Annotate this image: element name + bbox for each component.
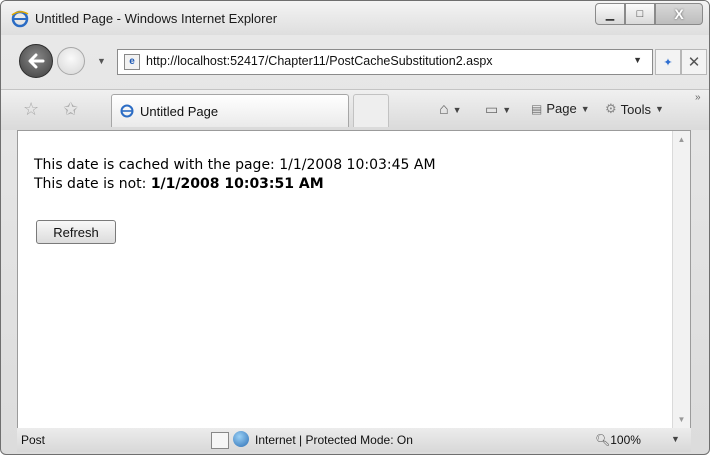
tab-label: Untitled Page <box>140 104 219 119</box>
security-zone[interactable]: Internet | Protected Mode: On <box>255 433 413 447</box>
add-favorites-icon[interactable]: ✩ <box>63 99 78 120</box>
address-dropdown[interactable]: ▼ <box>633 55 642 65</box>
home-button[interactable]: ⌂ ▼ <box>439 101 462 119</box>
tools-menu-label: Tools <box>620 101 652 117</box>
refresh-button[interactable]: Refresh <box>36 220 116 244</box>
zoom-value: 100% <box>610 433 641 447</box>
stop-icon[interactable]: ✕ <box>681 49 707 75</box>
address-url[interactable]: http://localhost:52417/Chapter11/PostCac… <box>146 54 493 68</box>
status-text: Post <box>21 433 46 447</box>
page-icon: e <box>124 54 140 70</box>
window-title: Untitled Page - Windows Internet Explore… <box>35 11 278 26</box>
ie-logo-icon <box>120 104 134 118</box>
tab-command-bar: ☆ ✩ Untitled Page ⌂ ▼ ▭ ▼ ▤ Page ▼ ⚙ Too… <box>1 89 709 130</box>
back-button[interactable] <box>19 44 53 78</box>
page-menu[interactable]: ▤ Page ▼ <box>531 101 590 116</box>
zoom-icon: 🔍︎ <box>595 433 611 447</box>
globe-icon <box>233 431 249 447</box>
ie-logo-icon <box>11 10 29 28</box>
tools-menu[interactable]: ⚙ Tools ▼ <box>605 101 664 117</box>
browser-window: Untitled Page - Windows Internet Explore… <box>0 0 710 455</box>
vertical-scrollbar[interactable]: ▲ ▼ <box>672 131 690 428</box>
title-bar: Untitled Page - Windows Internet Explore… <box>1 1 709 35</box>
maximize-button[interactable]: □ <box>625 3 655 25</box>
scroll-down-arrow[interactable]: ▼ <box>673 411 690 428</box>
print-icon: ▭ <box>485 101 499 117</box>
page-content: This date is cached with the page: 1/1/2… <box>17 130 691 429</box>
zone-icon <box>211 432 229 449</box>
print-button[interactable]: ▭ ▼ <box>485 101 511 118</box>
new-tab-button[interactable] <box>353 94 389 127</box>
close-button[interactable]: X <box>655 3 703 25</box>
status-bar: Post Internet | Protected Mode: On 🔍︎100… <box>17 428 691 452</box>
uncached-date-prefix: This date is not: <box>34 176 151 192</box>
scroll-up-arrow[interactable]: ▲ <box>673 131 690 148</box>
minimize-button[interactable]: ▁ <box>595 3 625 25</box>
page-menu-label: Page <box>546 101 577 116</box>
home-icon: ⌂ <box>439 101 449 118</box>
tab-untitled-page[interactable]: Untitled Page <box>111 94 349 127</box>
page-menu-icon: ▤ <box>531 101 543 116</box>
zoom-dropdown[interactable]: ▼ <box>671 434 680 444</box>
cached-date-line: This date is cached with the page: 1/1/2… <box>34 157 436 173</box>
address-bar[interactable]: e http://localhost:52417/Chapter11/PostC… <box>117 49 653 75</box>
favorites-star-icon[interactable]: ☆ <box>23 99 39 120</box>
refresh-icon[interactable]: ✦ <box>655 49 681 75</box>
recent-pages-dropdown[interactable]: ▼ <box>97 56 106 66</box>
back-arrow-icon <box>28 53 45 69</box>
more-commands-chevron[interactable]: » <box>695 92 701 103</box>
zoom-level[interactable]: 🔍︎100% <box>595 433 641 447</box>
tools-gear-icon: ⚙ <box>605 101 617 116</box>
uncached-date-line: This date is not: 1/1/2008 10:03:51 AM <box>34 176 324 192</box>
address-row: ▼ e http://localhost:52417/Chapter11/Pos… <box>1 41 709 85</box>
forward-button[interactable] <box>57 47 85 75</box>
window-controls: ▁ □ X <box>595 3 703 25</box>
uncached-date-value: 1/1/2008 10:03:51 AM <box>150 176 324 192</box>
